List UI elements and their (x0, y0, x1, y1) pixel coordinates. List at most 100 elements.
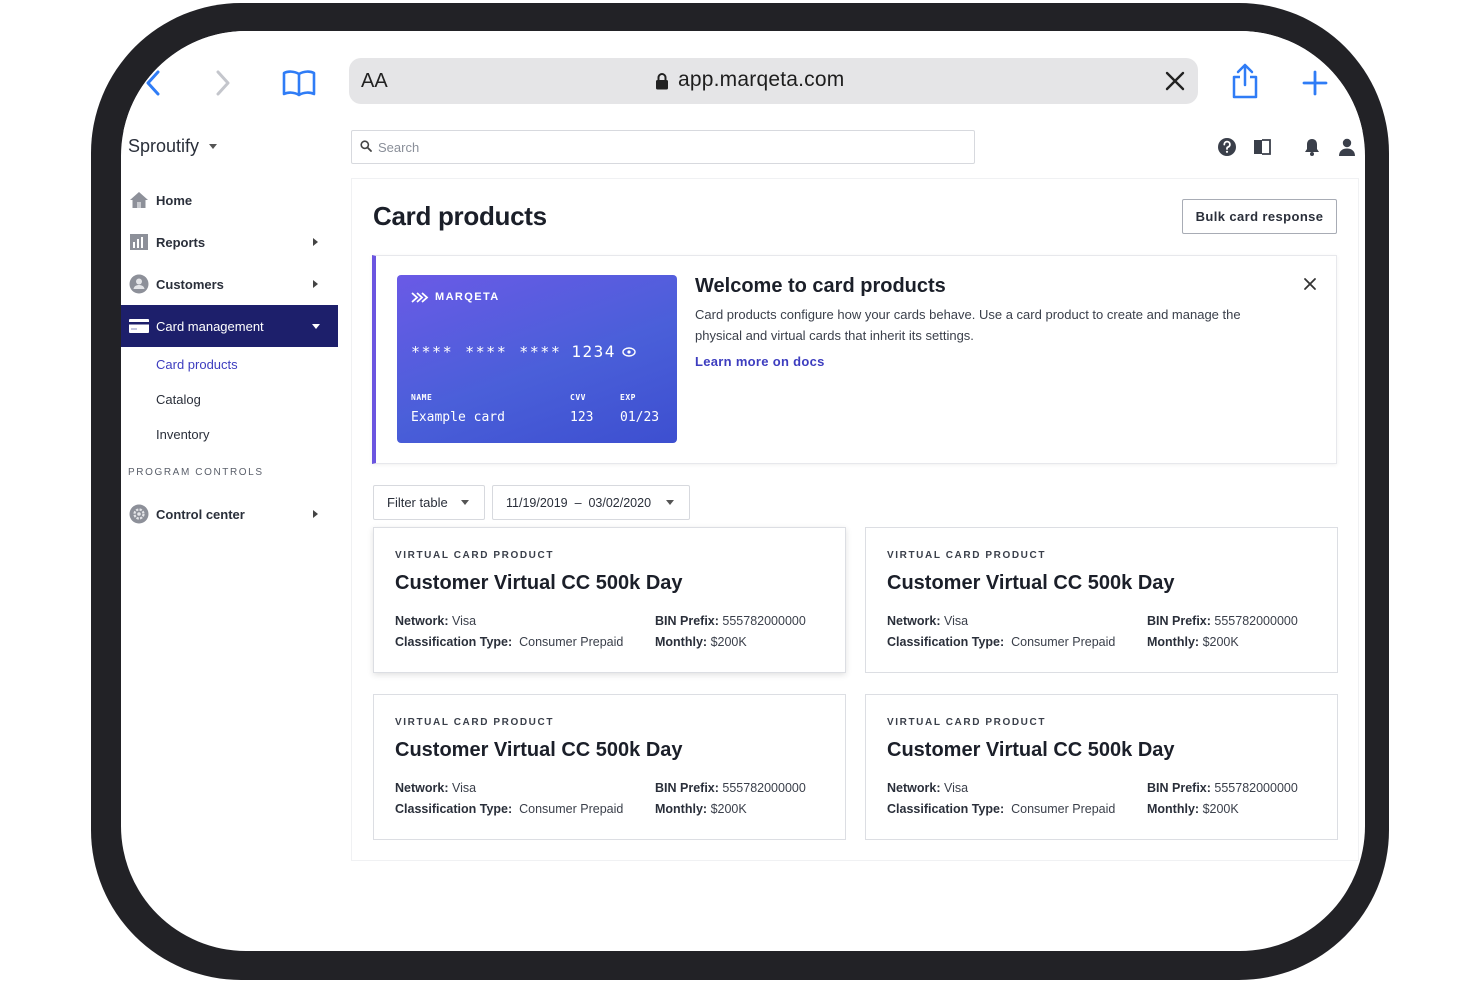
card-last4: 1234 (571, 342, 616, 361)
marqeta-logo-icon (411, 291, 429, 303)
eye-icon[interactable] (622, 346, 636, 357)
bin-value: 555782000000 (722, 781, 806, 795)
filter-table-label: Filter table (387, 495, 448, 510)
network-label: Network: (395, 614, 449, 628)
sidebar-item-control-center[interactable]: Control center (121, 493, 338, 535)
product-monthly: Monthly: $200K (655, 802, 747, 816)
product-name: Customer Virtual CC 500k Day (395, 739, 683, 761)
card-product-tile[interactable]: VIRTUAL CARD PRODUCT Customer Virtual CC… (865, 694, 1338, 840)
card-exp-value: 01/23 (620, 410, 660, 425)
product-classification: Classification Type: Consumer Prepaid (887, 635, 1115, 649)
product-monthly: Monthly: $200K (1147, 802, 1239, 816)
card-exp-label: EXP (620, 393, 636, 402)
product-name: Customer Virtual CC 500k Day (887, 572, 1175, 594)
help-icon[interactable] (1217, 137, 1237, 157)
chevron-right-icon (313, 510, 318, 518)
card-name-label: NAME (411, 393, 433, 402)
bookmarks-icon[interactable] (279, 65, 319, 101)
classification-value: Consumer Prepaid (519, 802, 624, 816)
network-label: Network: (887, 781, 941, 795)
bin-value: 555782000000 (1214, 781, 1298, 795)
sidebar-item-card-management[interactable]: Card management (121, 305, 338, 347)
card-number-group: **** (519, 342, 562, 361)
close-icon[interactable] (1303, 277, 1317, 291)
date-range-picker[interactable]: 11/19/2019 – 03/02/2020 (492, 485, 690, 520)
docs-icon[interactable] (1252, 137, 1272, 157)
sidebar-item-reports[interactable]: Reports (121, 221, 338, 263)
network-value: Visa (451, 614, 477, 628)
org-switcher[interactable]: Sproutify (128, 136, 218, 157)
network-label: Network: (887, 614, 941, 628)
classification-label: Classification Type: (395, 802, 513, 816)
address-bar[interactable]: AA app.marqeta.com (349, 58, 1198, 104)
search-icon (360, 140, 372, 152)
chevron-right-icon (313, 280, 318, 288)
share-icon[interactable] (1227, 61, 1263, 101)
clear-icon[interactable] (1164, 70, 1186, 92)
reader-view-button[interactable]: AA (361, 70, 388, 93)
card-number: **** **** **** 1234 (411, 342, 636, 361)
sidebar-item-label: Home (156, 193, 193, 208)
bulk-card-response-button[interactable]: Bulk card response (1182, 199, 1337, 234)
monthly-label: Monthly: (655, 635, 708, 649)
search-bar (351, 130, 975, 164)
card-product-tile[interactable]: VIRTUAL CARD PRODUCT Customer Virtual CC… (373, 694, 846, 840)
product-network: Network: Visa (395, 781, 476, 795)
classification-label: Classification Type: (395, 635, 513, 649)
classification-value: Consumer Prepaid (519, 635, 624, 649)
section-label-program-controls: PROGRAM CONTROLS (128, 467, 264, 478)
new-tab-icon[interactable] (1297, 65, 1333, 101)
chevron-down-icon (209, 144, 218, 149)
product-network: Network: Visa (395, 614, 476, 628)
network-label: Network: (395, 781, 449, 795)
product-type: VIRTUAL CARD PRODUCT (887, 550, 1047, 561)
card-icon (129, 316, 149, 336)
sidebar-item-label: Reports (156, 235, 206, 250)
example-card-visual: MARQETA **** **** **** 1234 NAME CVV EXP… (397, 275, 677, 443)
monthly-label: Monthly: (1147, 635, 1200, 649)
product-monthly: Monthly: $200K (1147, 635, 1239, 649)
chevron-down-icon (666, 500, 674, 505)
card-number-group: **** (465, 342, 508, 361)
welcome-banner: MARQETA **** **** **** 1234 NAME CVV EXP… (372, 255, 1337, 464)
sidebar-item-customers[interactable]: Customers (121, 263, 338, 305)
card-product-tile[interactable]: VIRTUAL CARD PRODUCT Customer Virtual CC… (865, 527, 1338, 673)
card-brand-name: MARQETA (435, 291, 500, 303)
welcome-title: Welcome to card products (695, 275, 946, 297)
sidebar-item-home[interactable]: Home (121, 179, 338, 221)
card-product-tile[interactable]: VIRTUAL CARD PRODUCT Customer Virtual CC… (373, 527, 846, 673)
user-icon[interactable] (1337, 137, 1357, 157)
chevron-down-icon (312, 324, 320, 329)
bin-label: BIN Prefix: (1147, 781, 1211, 795)
monthly-value: $200K (710, 635, 747, 649)
date-range-value: 11/19/2019 – 03/02/2020 (506, 495, 652, 510)
forward-icon[interactable] (205, 65, 241, 101)
classification-value: Consumer Prepaid (1011, 802, 1116, 816)
chevron-down-icon (461, 500, 469, 505)
card-name-value: Example card (411, 410, 505, 425)
filter-table-dropdown[interactable]: Filter table (373, 485, 485, 520)
customers-icon (129, 274, 149, 294)
monthly-value: $200K (1202, 635, 1239, 649)
monthly-value: $200K (1202, 802, 1239, 816)
back-icon[interactable] (135, 65, 171, 101)
learn-more-link[interactable]: Learn more on docs (695, 354, 825, 369)
product-bin: BIN Prefix: 555782000000 (1147, 614, 1298, 628)
tablet-screen: AA app.marqeta.com Sproutify Search Home… (121, 31, 1365, 951)
product-name: Customer Virtual CC 500k Day (395, 572, 683, 594)
product-bin: BIN Prefix: 555782000000 (1147, 781, 1298, 795)
chevron-right-icon (313, 238, 318, 246)
product-bin: BIN Prefix: 555782000000 (655, 614, 806, 628)
product-type: VIRTUAL CARD PRODUCT (887, 717, 1047, 728)
monthly-label: Monthly: (655, 802, 708, 816)
sidebar-subitem-catalog[interactable]: Catalog (156, 392, 201, 407)
sidebar-subitem-card-products[interactable]: Card products (156, 357, 238, 372)
notifications-icon[interactable] (1302, 137, 1322, 157)
classification-label: Classification Type: (887, 802, 1005, 816)
sidebar-subitem-inventory[interactable]: Inventory (156, 427, 209, 442)
bin-value: 555782000000 (1214, 614, 1298, 628)
search-input[interactable] (378, 137, 958, 157)
reports-icon (129, 232, 149, 252)
product-bin: BIN Prefix: 555782000000 (655, 781, 806, 795)
main-panel: Card products Bulk card response MARQETA… (352, 179, 1358, 860)
